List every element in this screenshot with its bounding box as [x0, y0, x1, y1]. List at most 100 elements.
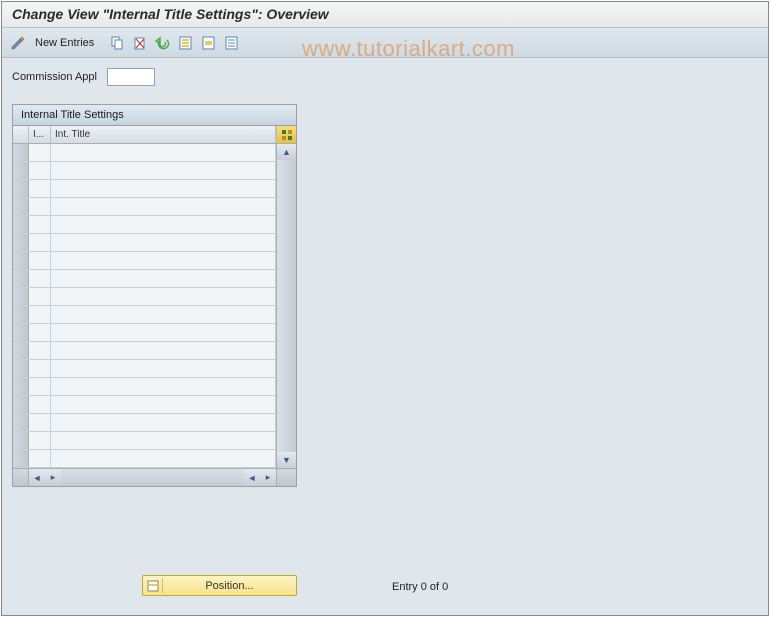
row-selector[interactable] — [13, 180, 29, 197]
table-row[interactable] — [13, 270, 276, 288]
cell-col1[interactable] — [29, 270, 51, 287]
table-row[interactable] — [13, 324, 276, 342]
cell-col2[interactable] — [51, 324, 276, 341]
table-row[interactable] — [13, 414, 276, 432]
table-row[interactable] — [13, 162, 276, 180]
row-selector[interactable] — [13, 450, 29, 467]
table-row[interactable] — [13, 360, 276, 378]
scroll-left2-icon[interactable]: ▸ — [45, 469, 61, 486]
cell-col1[interactable] — [29, 414, 51, 431]
row-selector[interactable] — [13, 162, 29, 179]
cell-col2[interactable] — [51, 306, 276, 323]
row-selector[interactable] — [13, 432, 29, 449]
table-header-col2[interactable]: Int. Title — [51, 126, 276, 143]
table-row[interactable] — [13, 450, 276, 468]
row-selector[interactable] — [13, 288, 29, 305]
undo-change-icon[interactable] — [153, 33, 173, 53]
cell-col2[interactable] — [51, 198, 276, 215]
cell-col2[interactable] — [51, 396, 276, 413]
toggle-display-change-icon[interactable] — [8, 33, 28, 53]
commission-appl-row: Commission Appl — [12, 68, 758, 86]
table-row[interactable] — [13, 234, 276, 252]
cell-col2[interactable] — [51, 234, 276, 251]
internal-title-table: Internal Title Settings I... Int. Title … — [12, 104, 297, 487]
cell-col2[interactable] — [51, 180, 276, 197]
row-selector[interactable] — [13, 234, 29, 251]
row-selector[interactable] — [13, 378, 29, 395]
position-button[interactable]: Position... — [142, 575, 297, 596]
table-row[interactable] — [13, 180, 276, 198]
cell-col1[interactable] — [29, 234, 51, 251]
row-selector[interactable] — [13, 396, 29, 413]
cell-col2[interactable] — [51, 450, 276, 467]
copy-as-icon[interactable] — [107, 33, 127, 53]
table-row[interactable] — [13, 432, 276, 450]
cell-col2[interactable] — [51, 252, 276, 269]
position-icon — [145, 578, 163, 593]
scroll-up-icon[interactable]: ▲ — [277, 144, 296, 160]
select-all-icon[interactable] — [176, 33, 196, 53]
table-row[interactable] — [13, 288, 276, 306]
table-row[interactable] — [13, 342, 276, 360]
row-selector[interactable] — [13, 270, 29, 287]
horizontal-scrollbar[interactable]: ◄ ▸ ◄ ▸ — [13, 468, 296, 486]
cell-col2[interactable] — [51, 288, 276, 305]
scroll-right2-icon[interactable]: ▸ — [260, 469, 276, 486]
cell-col1[interactable] — [29, 144, 51, 161]
cell-col2[interactable] — [51, 342, 276, 359]
table-configure-icon[interactable] — [276, 126, 296, 143]
cell-col2[interactable] — [51, 162, 276, 179]
select-block-icon[interactable] — [199, 33, 219, 53]
new-entries-button[interactable]: New Entries — [31, 37, 104, 49]
table-header-col1[interactable]: I... — [29, 126, 51, 143]
page-title: Change View "Internal Title Settings": O… — [2, 2, 768, 28]
toolbar: New Entries — [2, 28, 768, 58]
table-row[interactable] — [13, 378, 276, 396]
table-row[interactable] — [13, 252, 276, 270]
vertical-scrollbar[interactable]: ▲ ▼ — [276, 144, 296, 468]
cell-col1[interactable] — [29, 432, 51, 449]
cell-col1[interactable] — [29, 360, 51, 377]
cell-col1[interactable] — [29, 162, 51, 179]
cell-col1[interactable] — [29, 306, 51, 323]
table-row[interactable] — [13, 198, 276, 216]
table-row[interactable] — [13, 306, 276, 324]
cell-col2[interactable] — [51, 432, 276, 449]
row-selector[interactable] — [13, 306, 29, 323]
row-selector[interactable] — [13, 144, 29, 161]
cell-col2[interactable] — [51, 360, 276, 377]
cell-col1[interactable] — [29, 396, 51, 413]
cell-col2[interactable] — [51, 270, 276, 287]
row-selector[interactable] — [13, 342, 29, 359]
cell-col1[interactable] — [29, 378, 51, 395]
row-selector[interactable] — [13, 198, 29, 215]
cell-col1[interactable] — [29, 216, 51, 233]
row-selector[interactable] — [13, 252, 29, 269]
table-header-rowselect[interactable] — [13, 126, 29, 143]
commission-appl-input[interactable] — [107, 68, 155, 86]
position-label: Position... — [165, 580, 294, 592]
scroll-left-icon[interactable]: ◄ — [29, 469, 45, 486]
cell-col2[interactable] — [51, 216, 276, 233]
cell-col1[interactable] — [29, 324, 51, 341]
cell-col1[interactable] — [29, 252, 51, 269]
deselect-all-icon[interactable] — [222, 33, 242, 53]
delete-icon[interactable] — [130, 33, 150, 53]
table-row[interactable] — [13, 216, 276, 234]
cell-col1[interactable] — [29, 180, 51, 197]
row-selector[interactable] — [13, 324, 29, 341]
scroll-right-icon[interactable]: ◄ — [244, 469, 260, 486]
row-selector[interactable] — [13, 360, 29, 377]
table-row[interactable] — [13, 144, 276, 162]
cell-col1[interactable] — [29, 342, 51, 359]
cell-col1[interactable] — [29, 288, 51, 305]
cell-col2[interactable] — [51, 414, 276, 431]
scroll-down-icon[interactable]: ▼ — [277, 452, 296, 468]
cell-col1[interactable] — [29, 450, 51, 467]
cell-col2[interactable] — [51, 378, 276, 395]
row-selector[interactable] — [13, 414, 29, 431]
table-row[interactable] — [13, 396, 276, 414]
row-selector[interactable] — [13, 216, 29, 233]
cell-col2[interactable] — [51, 144, 276, 161]
cell-col1[interactable] — [29, 198, 51, 215]
